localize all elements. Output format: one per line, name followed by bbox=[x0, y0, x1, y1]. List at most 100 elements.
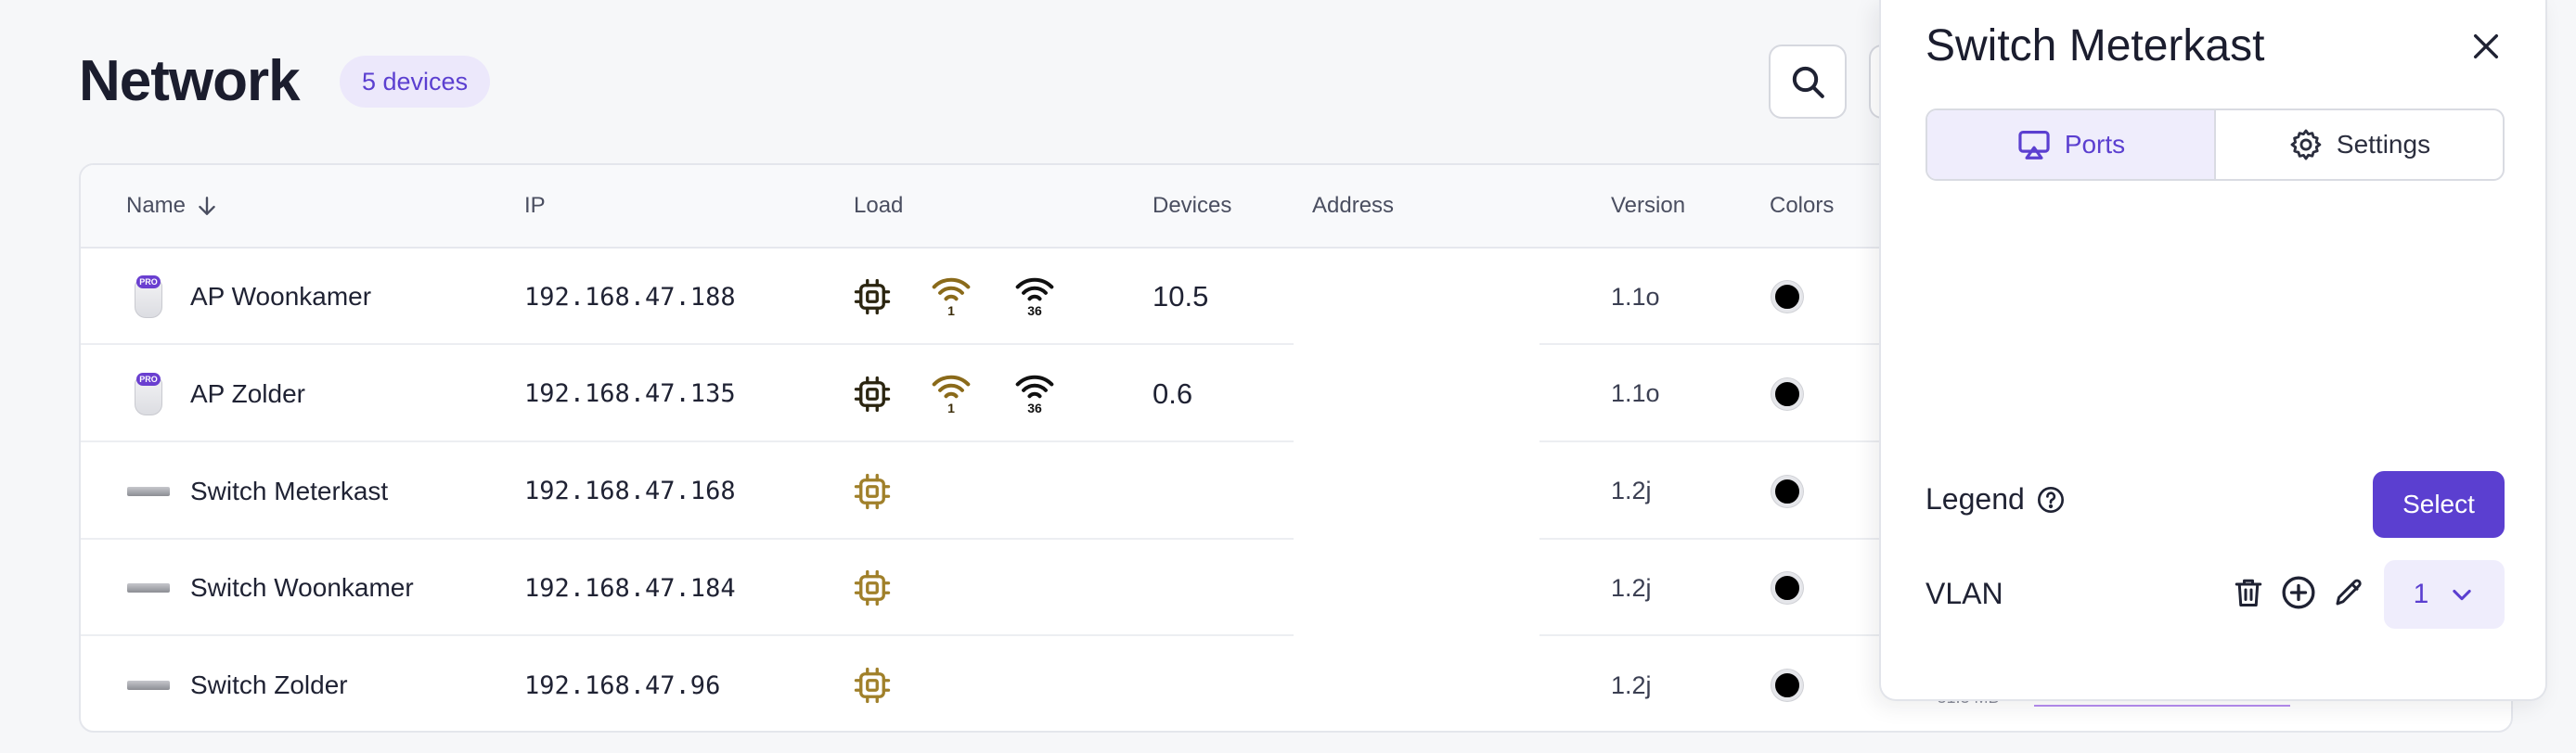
legend-row: Legend bbox=[1926, 482, 2066, 517]
device-name-cell: Switch Meterkast bbox=[127, 443, 388, 540]
select-button[interactable]: Select bbox=[2373, 471, 2505, 538]
devices-cell: 10.5 bbox=[1153, 249, 1208, 345]
device-name-cell: PRO AP Woonkamer bbox=[127, 249, 371, 345]
wifi-5g-icon: 36 bbox=[1014, 275, 1055, 318]
device-ip: 192.168.47.168 bbox=[524, 477, 736, 506]
vlan-label: VLAN bbox=[1926, 577, 2003, 610]
access-point-icon: PRO bbox=[133, 372, 164, 415]
device-ip: 192.168.47.184 bbox=[524, 573, 736, 603]
color-swatch[interactable] bbox=[1771, 475, 1803, 507]
wifi-2g-icon: 1 bbox=[931, 373, 972, 415]
ip-cell: 192.168.47.96 bbox=[524, 637, 721, 731]
wifi-5g-icon: 36 bbox=[1014, 373, 1055, 415]
column-header-name[interactable]: Name bbox=[126, 193, 219, 219]
vlan-actions bbox=[2230, 572, 2367, 613]
help-circle-icon[interactable] bbox=[2036, 485, 2066, 515]
wifi-2g-icon-label: 1 bbox=[947, 303, 955, 318]
device-name: Switch Woonkamer bbox=[190, 573, 414, 603]
wifi-5g-icon-label: 36 bbox=[1027, 400, 1042, 415]
colors-cell bbox=[1771, 540, 1803, 636]
cpu-icon bbox=[854, 278, 891, 315]
device-name-cell: Switch Woonkamer bbox=[127, 540, 414, 636]
colors-cell bbox=[1771, 346, 1803, 442]
column-header-colors[interactable]: Colors bbox=[1770, 193, 1834, 219]
version-cell: 1.1o bbox=[1611, 346, 1660, 442]
firmware-version: 1.1o bbox=[1611, 282, 1660, 311]
wifi-2g-icon: 1 bbox=[931, 275, 972, 318]
vlan-dropdown[interactable]: 1 bbox=[2384, 560, 2505, 629]
connected-devices: 0.6 bbox=[1153, 376, 1193, 410]
trash-icon bbox=[2235, 579, 2262, 606]
panel-title: Switch Meterkast bbox=[1926, 21, 2265, 70]
ip-cell: 192.168.47.168 bbox=[524, 443, 736, 540]
panel-tabs: Ports Settings bbox=[1926, 108, 2505, 181]
delete-vlan-button[interactable] bbox=[2230, 572, 2267, 613]
device-ip: 192.168.47.188 bbox=[524, 282, 736, 312]
color-swatch[interactable] bbox=[1771, 670, 1803, 702]
device-ip: 192.168.47.135 bbox=[524, 379, 736, 409]
colors-cell bbox=[1771, 249, 1803, 345]
ip-cell: 192.168.47.188 bbox=[524, 249, 736, 345]
gear-icon bbox=[2290, 129, 2322, 160]
search-icon bbox=[1792, 66, 1824, 98]
color-swatch[interactable] bbox=[1771, 572, 1803, 605]
close-panel-button[interactable] bbox=[2466, 26, 2506, 67]
device-name: Switch Zolder bbox=[190, 670, 348, 700]
tab-ports[interactable]: Ports bbox=[1927, 110, 2216, 179]
vlan-dropdown-value: 1 bbox=[2413, 579, 2429, 609]
device-name: AP Woonkamer bbox=[190, 282, 372, 311]
device-name-cell: PRO AP Zolder bbox=[127, 346, 305, 442]
color-swatch[interactable] bbox=[1771, 281, 1803, 313]
ip-cell: 192.168.47.184 bbox=[524, 540, 736, 636]
column-header-load[interactable]: Load bbox=[854, 193, 903, 219]
sort-arrow-down-icon bbox=[199, 197, 215, 215]
load-cell bbox=[853, 443, 892, 540]
page-title: Network bbox=[79, 49, 301, 113]
device-name: AP Zolder bbox=[190, 378, 305, 408]
network-switch-icon bbox=[127, 486, 170, 496]
tab-ports-label: Ports bbox=[2064, 130, 2126, 159]
tab-settings-label: Settings bbox=[2336, 130, 2431, 159]
close-icon bbox=[2473, 33, 2499, 59]
device-count-badge: 5 devices bbox=[340, 56, 491, 108]
edit-vlan-button[interactable] bbox=[2330, 572, 2367, 613]
column-header-ip[interactable]: IP bbox=[524, 193, 546, 219]
tab-settings[interactable]: Settings bbox=[2216, 110, 2503, 179]
version-cell: 1.2j bbox=[1611, 637, 1652, 731]
legend-label: Legend bbox=[1926, 482, 2025, 516]
colors-cell bbox=[1771, 637, 1803, 731]
address-column-blank bbox=[1294, 249, 1539, 731]
network-switch-icon bbox=[127, 583, 170, 593]
device-name: Switch Meterkast bbox=[190, 476, 389, 505]
load-cell: 1 36 bbox=[853, 346, 1055, 442]
colors-cell bbox=[1771, 443, 1803, 540]
access-point-icon: PRO bbox=[133, 275, 164, 318]
firmware-version: 1.2j bbox=[1611, 573, 1652, 602]
version-cell: 1.2j bbox=[1611, 540, 1652, 636]
color-swatch[interactable] bbox=[1771, 377, 1803, 410]
cpu-icon bbox=[854, 376, 891, 412]
chevron-down-icon bbox=[2453, 589, 2472, 601]
firmware-version: 1.1o bbox=[1611, 379, 1660, 408]
firmware-version: 1.2j bbox=[1611, 670, 1652, 699]
connected-devices: 10.5 bbox=[1153, 280, 1209, 313]
load-cell: 1 36 bbox=[853, 249, 1055, 345]
cpu-icon bbox=[854, 473, 891, 509]
load-cell bbox=[853, 540, 892, 636]
add-vlan-button[interactable] bbox=[2280, 572, 2317, 613]
version-cell: 1.2j bbox=[1611, 443, 1652, 540]
column-header-version[interactable]: Version bbox=[1611, 193, 1685, 219]
device-detail-panel: Switch Meterkast Ports Settings Legend S… bbox=[1879, 0, 2547, 701]
search-button[interactable] bbox=[1769, 45, 1847, 119]
devices-cell: 0.6 bbox=[1153, 346, 1192, 442]
wifi-2g-icon-label: 1 bbox=[947, 400, 955, 415]
wifi-5g-icon-label: 36 bbox=[1027, 303, 1042, 318]
ip-cell: 192.168.47.135 bbox=[524, 346, 736, 442]
airplay-icon bbox=[2018, 130, 2050, 160]
cpu-icon bbox=[854, 570, 891, 606]
device-ip: 192.168.47.96 bbox=[524, 670, 721, 700]
load-cell bbox=[853, 637, 892, 731]
column-header-address[interactable]: Address bbox=[1312, 193, 1394, 219]
column-header-devices[interactable]: Devices bbox=[1153, 193, 1231, 219]
version-cell: 1.1o bbox=[1611, 249, 1660, 345]
